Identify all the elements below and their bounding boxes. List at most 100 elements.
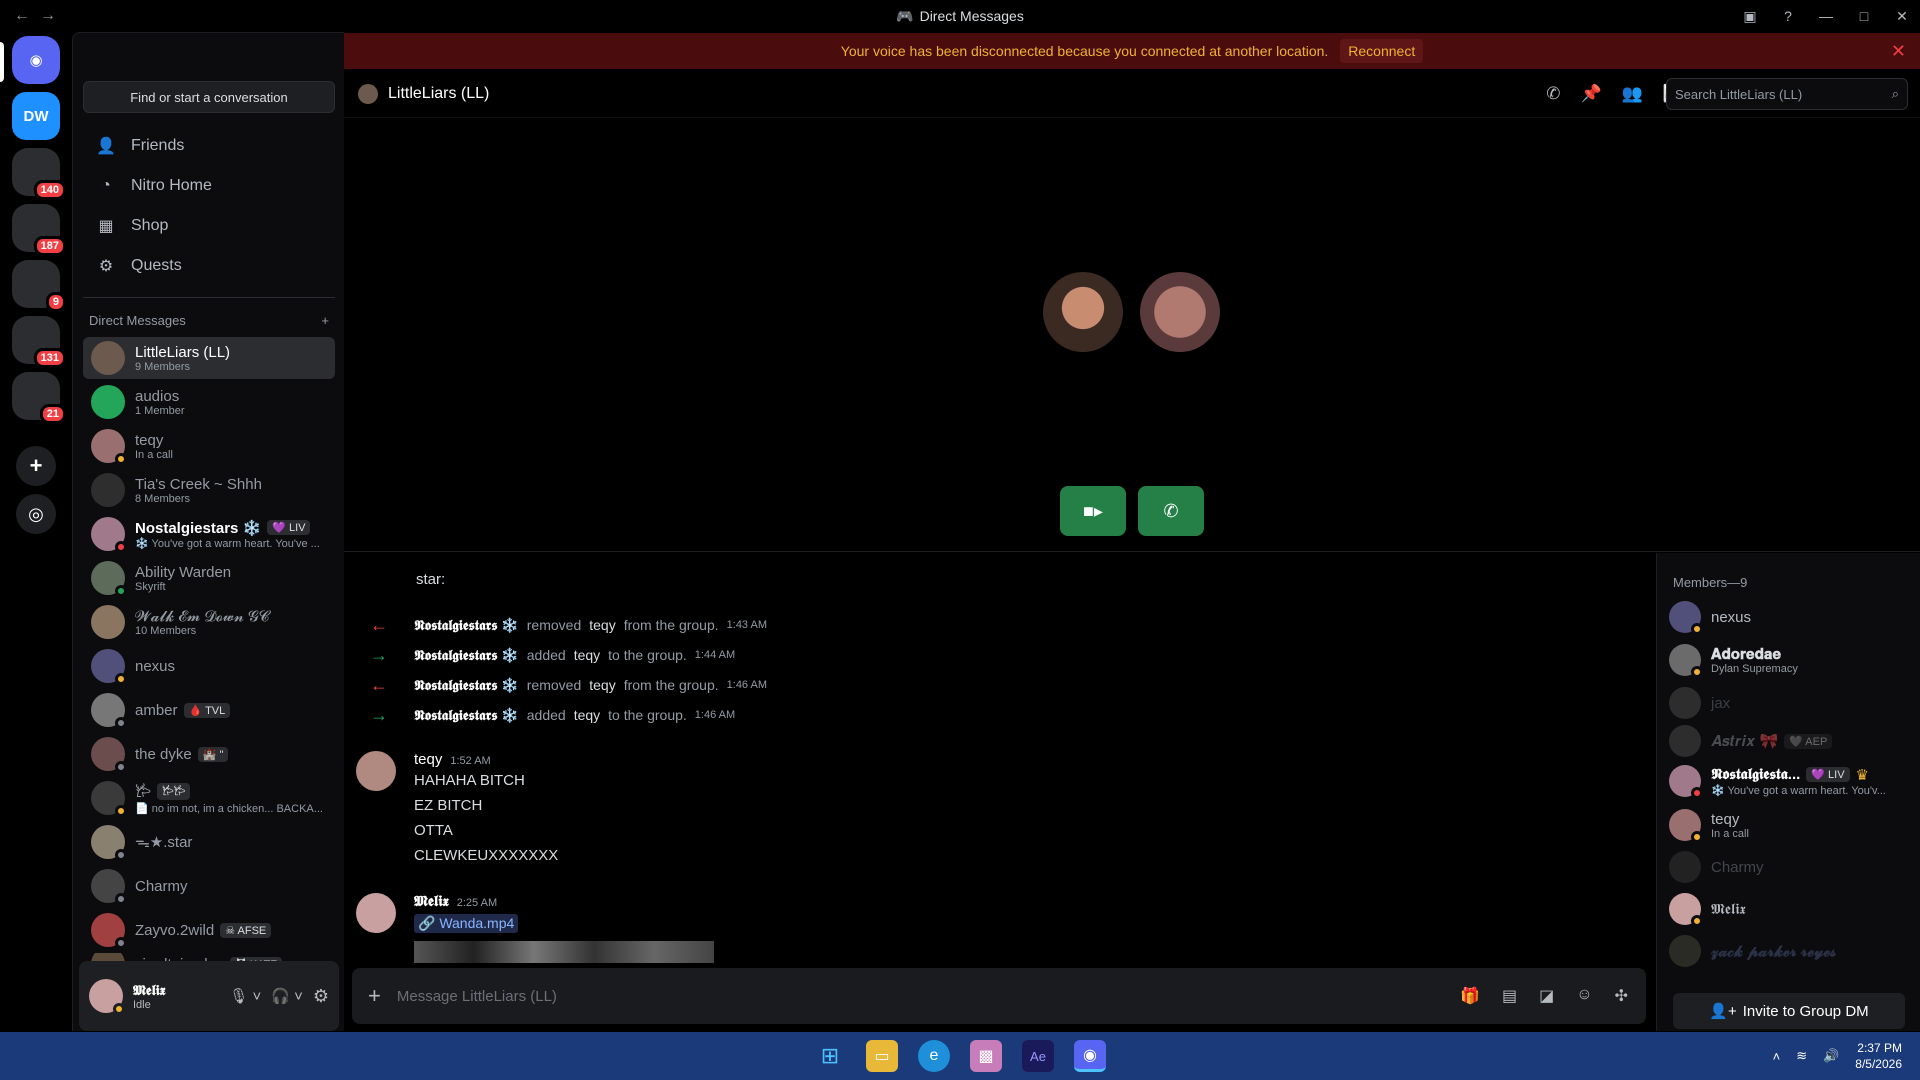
system-tray: ˄ ≋ 🔊 2:37 PM 8/5/2026 [1773, 1032, 1902, 1080]
dm-item[interactable]: ᯓ★.star [83, 821, 335, 863]
close-window-icon[interactable]: ✕ [1890, 8, 1914, 25]
paint-app-icon[interactable]: ▩ [970, 1040, 1002, 1072]
dm-item[interactable]: the dyke 🏰 " [83, 733, 335, 775]
history-nav: ← → [14, 7, 56, 25]
timestamp: 1:43 AM [726, 619, 767, 631]
maximize-icon[interactable]: □ [1852, 8, 1876, 24]
add-friends-icon[interactable]: 👥 [1622, 84, 1643, 104]
server-folder[interactable]: 187 [12, 204, 66, 256]
nav-friends[interactable]: 👤 Friends [83, 127, 335, 165]
back-arrow-icon[interactable]: ← [14, 7, 30, 25]
avatar [1669, 851, 1701, 883]
start-menu-icon[interactable]: ⊞ [814, 1040, 846, 1072]
dm-subtitle: 9 Members [135, 360, 191, 373]
add-server-button[interactable]: + [16, 446, 56, 486]
avatar[interactable] [356, 893, 396, 933]
member-item[interactable]: 𝔃𝓪𝓬𝓴 𝓹𝓪𝓻𝓴𝓮𝓻 𝓻𝓮𝔂𝓮𝓼 [1669, 931, 1909, 971]
after-effects-icon[interactable]: Ae [1022, 1040, 1054, 1072]
start-call-icon[interactable]: ✆ [1546, 84, 1560, 104]
wifi-icon[interactable]: ≋ [1796, 1048, 1807, 1064]
settings-gear-icon[interactable]: ⚙ [313, 986, 329, 1007]
author-name[interactable]: teqy [414, 751, 442, 768]
member-item[interactable]: 𝕸𝖊𝖑𝖎𝖝 [1669, 889, 1909, 929]
emoji-icon[interactable]: ☺ [1576, 986, 1592, 1006]
call-participant-avatar[interactable] [1140, 272, 1220, 352]
call-participant-avatar[interactable] [1043, 272, 1123, 352]
dm-item[interactable]: teqy In a call [83, 425, 335, 467]
member-item[interactable]: teqy In a call [1669, 805, 1909, 845]
search-input[interactable]: Search LittleLiars (LL) ⌕ [1666, 78, 1908, 110]
apps-icon[interactable]: ✣ [1615, 986, 1628, 1006]
avatar[interactable] [89, 979, 125, 1015]
upload-plus-icon[interactable]: + [368, 983, 381, 1009]
pin-icon[interactable]: 📌 [1580, 84, 1601, 104]
selected-pill [0, 42, 4, 82]
edge-browser-icon[interactable]: e [918, 1040, 950, 1072]
headphones-icon[interactable]: 🎧 ˅ [271, 987, 303, 1005]
member-item[interactable]: Charmy [1669, 847, 1909, 887]
discover-button[interactable]: ◎ [16, 494, 56, 534]
gift-icon[interactable]: 🎁 [1460, 986, 1480, 1006]
member-item[interactable]: jax [1669, 683, 1909, 723]
nav-nitro-home[interactable]: ◔ Nitro Home [83, 167, 335, 205]
actor-name[interactable]: 𝕹𝖔𝖘𝖙𝖆𝖑𝖌𝖎𝖊𝖘𝖙𝖆𝖗𝖘 ❄️ [414, 677, 519, 694]
target-name[interactable]: teqy [574, 647, 600, 663]
reconnect-button[interactable]: Reconnect [1340, 39, 1424, 63]
actor-name[interactable]: 𝕹𝖔𝖘𝖙𝖆𝖑𝖌𝖎𝖊𝖘𝖙𝖆𝖗𝖘 ❄️ [414, 617, 519, 634]
home-button[interactable]: ◉ [12, 36, 60, 84]
gif-icon[interactable]: ▤ [1502, 986, 1517, 1006]
target-name[interactable]: teqy [574, 707, 600, 723]
actor-name[interactable]: 𝕹𝖔𝖘𝖙𝖆𝖑𝖌𝖎𝖊𝖘𝖙𝖆𝖗𝖘 ❄️ [414, 707, 519, 724]
attachment-link[interactable]: 🔗 Wanda.mp4 [414, 914, 519, 933]
server-folder[interactable]: 21 [12, 372, 66, 424]
sticker-icon[interactable]: ◪ [1539, 986, 1554, 1006]
create-dm-plus-icon[interactable]: + [321, 313, 329, 328]
video-preview[interactable] [414, 941, 714, 963]
discord-logo-icon: ◉ [29, 52, 43, 69]
find-conversation-button[interactable]: Find or start a conversation [83, 81, 335, 113]
dm-item[interactable]: LittleLiars (LL) 9 Members [83, 337, 335, 379]
invite-to-group-button[interactable]: 👤+ Invite to Group DM [1673, 993, 1905, 1029]
join-voice-button[interactable]: ✆ [1138, 486, 1204, 536]
dm-item[interactable]: Ability Warden Skyrift [83, 557, 335, 599]
server-icon[interactable]: DW [12, 92, 60, 140]
microphone-icon[interactable]: 🎙 ˅ [229, 987, 261, 1005]
forward-arrow-icon[interactable]: → [40, 7, 56, 25]
dm-item[interactable]: nexus [83, 645, 335, 687]
dm-item[interactable]: amber 🩸 TVL [83, 689, 335, 731]
clock[interactable]: 2:37 PM 8/5/2026 [1855, 1040, 1902, 1072]
file-explorer-icon[interactable]: ▭ [866, 1040, 898, 1072]
dm-item[interactable]: Charmy [83, 865, 335, 907]
dm-item[interactable]: Zayvo.2wild ☠ AFSE [83, 909, 335, 951]
nav-shop[interactable]: ▦ Shop [83, 207, 335, 245]
server-folder[interactable]: 131 [12, 316, 66, 368]
dm-item[interactable]: 𝓦𝓪𝓵𝓴 𝓔𝓶 𝓓𝓸𝔀𝓷 𝓖𝓒 10 Members [83, 601, 335, 643]
inbox-icon[interactable]: ▣ [1738, 8, 1762, 25]
nitro-icon: ◔ [101, 177, 111, 194]
actor-name[interactable]: 𝕹𝖔𝖘𝖙𝖆𝖑𝖌𝖎𝖊𝖘𝖙𝖆𝖗𝖘 ❄️ [414, 647, 519, 664]
nav-quests[interactable]: ⚙ Quests [83, 247, 335, 285]
dm-item[interactable]: Tia's Creek ~ Shhh 8 Members [83, 469, 335, 511]
server-folder[interactable]: 9 [12, 260, 66, 312]
dm-item[interactable]: 𐂂 𐂂𐂂 📄 no im not, im a chicken... BACKA... [83, 777, 335, 819]
message-input[interactable]: Message LittleLiars (LL) [397, 988, 557, 1005]
member-item[interactable]: 𝐀𝐝𝐨𝐫𝐞𝐝𝐚𝐞 Dylan Supremacy [1669, 640, 1909, 680]
discord-taskbar-icon[interactable]: ◉ [1074, 1040, 1106, 1072]
avatar[interactable] [356, 751, 396, 791]
help-icon[interactable]: ? [1776, 8, 1800, 24]
target-name[interactable]: teqy [589, 617, 615, 633]
join-video-button[interactable]: ■▸ [1060, 486, 1126, 536]
author-name[interactable]: 𝕸𝖊𝖑𝖎𝖝 [414, 893, 449, 910]
target-name[interactable]: teqy [589, 677, 615, 693]
minimize-icon[interactable]: — [1814, 8, 1838, 24]
member-status: In a call [1711, 827, 1749, 840]
member-item[interactable]: 𝑨𝒔𝒕𝒓𝒊𝒙 🎀 🩶 AEP [1669, 721, 1909, 761]
member-item[interactable]: nexus [1669, 597, 1909, 637]
server-folder[interactable]: 140 [12, 148, 66, 200]
dm-item[interactable]: audios 1 Member [83, 381, 335, 423]
dm-item[interactable]: Nostalgiestars ❄️ 💜 LIV ❄️ You've got a wa… [83, 513, 335, 555]
member-item[interactable]: 𝕹𝖔𝖘𝖙𝖆𝖑𝖌𝖎𝖊𝖘𝖙𝖆... 💜 LIV ♛ ❄️ You've got a war… [1669, 761, 1909, 801]
close-banner-icon[interactable]: ✕ [1891, 41, 1906, 62]
volume-icon[interactable]: 🔊 [1823, 1048, 1839, 1064]
chevron-up-icon[interactable]: ˄ [1773, 1049, 1781, 1064]
